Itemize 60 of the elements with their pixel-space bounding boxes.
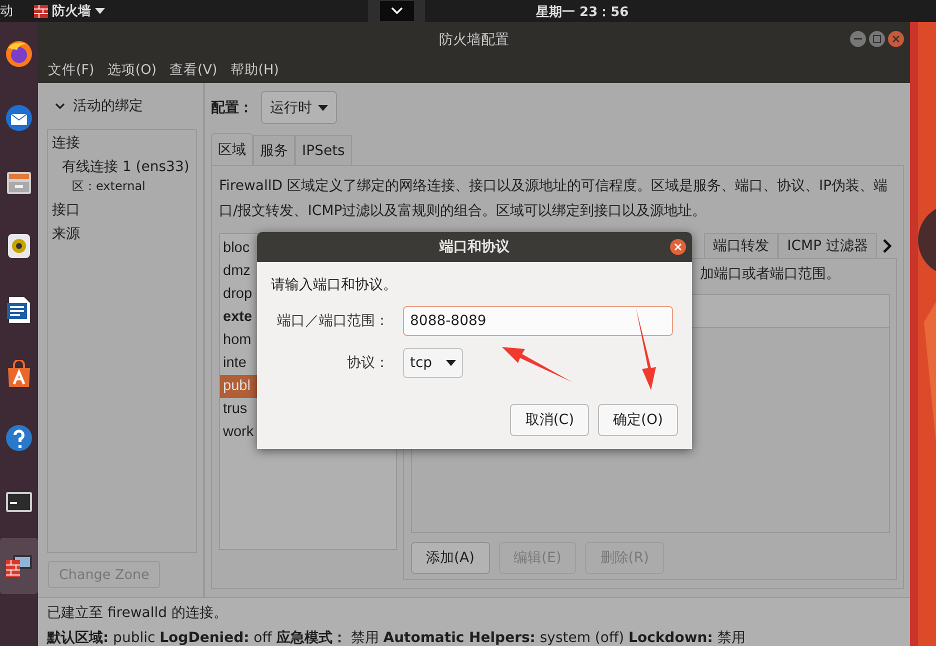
dialog-button[interactable]: 确定(O) [598,404,678,436]
browser-icon[interactable] [6,41,32,67]
close-icon [892,35,900,43]
protocol-dropdown[interactable]: tcp [403,348,464,378]
scroll-right-icon[interactable] [882,238,892,252]
port-button[interactable]: 添加(A) [411,542,490,574]
clock[interactable]: 星期一 23：56 [536,3,629,21]
port-label: 端口／端口范围： [276,312,389,330]
help-icon[interactable] [6,425,32,451]
menu-item[interactable]: 查看(V) [169,61,218,79]
dialog-title: 端口和协议 [440,238,510,256]
tab[interactable]: 服务 [253,135,295,165]
dropdown-button[interactable] [380,1,414,21]
binding-group[interactable]: 连接 [52,134,192,152]
zone-label: 区：external [71,178,146,195]
dialog-prompt: 请输入端口和协议。 [271,276,398,294]
firewall-icon[interactable] [6,555,32,577]
minimize-icon [854,38,862,40]
status-message: 已建立至 firewalld 的连接。 [47,604,228,623]
speaker-icon[interactable] [8,234,30,258]
ports-hint: 加端口或者端口范围。 [700,266,840,282]
document-icon[interactable] [7,297,30,323]
status-details: 默认区域: public LogDenied: off 应急模式： 禁用 Automatic Helpers: system (off) Lockdown: 禁用 [47,630,746,646]
window-title: 防火墙配置 [439,30,509,48]
menu-item[interactable]: 选项(O) [107,61,156,79]
brick-wall-icon [34,4,48,18]
activities-button[interactable]: 动 [0,2,28,20]
chevron-down-icon [390,7,402,15]
menu-item[interactable]: 文件(F) [48,61,94,79]
config-label: 配置： [211,98,253,116]
shopping-bag-icon[interactable] [8,360,30,387]
binding-group[interactable]: 来源 [52,225,192,243]
close-icon [674,243,682,251]
zone-item[interactable]: exte [220,306,251,329]
dialog-button[interactable]: 取消(C) [510,404,590,436]
protocol-label: 协议： [346,354,389,372]
tab[interactable]: IPSets [295,135,352,165]
maximize-button[interactable] [869,31,885,47]
zone-description: FirewallD 区域定义了绑定的网络连接、接口以及源地址的可信程度。区域是服务、端口、协议、IP伪装、端口/报文转发、ICMP过滤以及富规则的组合。区域可以绑定到接口以及源地址。 [219,177,889,221]
dock-item[interactable] [0,538,38,594]
menu-item[interactable]: 帮助(H) [230,61,279,79]
minimize-button[interactable] [850,31,866,47]
expander-icon [55,101,65,111]
caret-icon [446,360,456,366]
mail-icon[interactable] [6,105,32,131]
binding-group[interactable]: 接口 [52,201,192,219]
caret-icon [318,104,328,110]
terminal-icon[interactable] [6,492,32,512]
annotation-arrow [502,347,572,382]
app-menu[interactable]: 防火墙 [34,2,105,20]
tab[interactable]: 区域 [211,133,253,165]
connection-item[interactable]: 有线连接 1 (ens33) [62,158,192,176]
tab[interactable]: ICMP 过滤器 [778,233,877,258]
port-field[interactable]: 8088-8089 [403,306,673,336]
caret-icon [95,8,105,14]
tab[interactable]: 端口转发 [704,233,778,258]
bindings-header[interactable]: 活动的绑定 [55,97,143,115]
close-button[interactable] [670,239,686,255]
maximize-icon [873,35,881,43]
config-dropdown[interactable]: 运行时 [261,91,337,124]
